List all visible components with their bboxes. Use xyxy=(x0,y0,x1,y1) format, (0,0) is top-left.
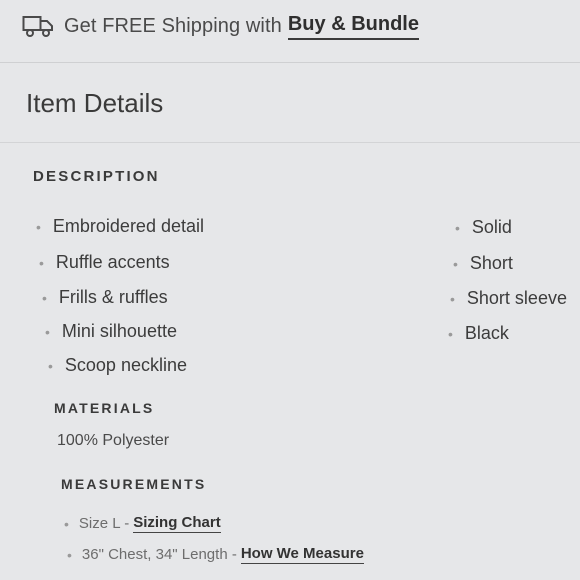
how-we-measure-link[interactable]: How We Measure xyxy=(240,545,364,564)
description-item: • Solid xyxy=(455,217,512,238)
dimensions-text: 36" Chest, 34" Length - xyxy=(81,546,237,563)
measurements-heading: MEASUREMENTS xyxy=(61,476,207,492)
truck-icon xyxy=(22,16,53,37)
description-heading: DESCRIPTION xyxy=(33,168,160,185)
divider xyxy=(0,142,580,143)
description-item-label: Ruffle accents xyxy=(55,252,170,272)
description-item: • Embroidered detail xyxy=(36,216,204,237)
shipping-banner: Get FREE Shipping with Buy & Bundle xyxy=(0,0,580,52)
description-item: • Ruffle accents xyxy=(39,252,170,273)
description-item: • Short sleeve xyxy=(450,288,567,309)
description-item-label: Short sleeve xyxy=(466,288,567,308)
description-item-label: Solid xyxy=(471,217,512,237)
materials-heading: MATERIALS xyxy=(54,400,155,416)
sizing-chart-link[interactable]: Sizing Chart xyxy=(133,514,221,533)
description-item-label: Mini silhouette xyxy=(61,321,177,341)
buy-bundle-link[interactable]: Buy & Bundle xyxy=(287,13,419,40)
item-details-title: Item Details xyxy=(26,88,164,118)
description-item: • Short xyxy=(453,253,513,274)
bullet: • xyxy=(42,289,47,306)
bullet: • xyxy=(450,290,455,307)
description-item: • Mini silhouette xyxy=(45,321,177,342)
materials-value: 100% Polyester xyxy=(57,432,170,449)
bullet: • xyxy=(67,546,72,563)
bullet: • xyxy=(48,357,53,374)
bullet: • xyxy=(36,218,41,235)
description-item: • Frills & ruffles xyxy=(42,287,168,308)
description-item: • Black xyxy=(448,323,509,344)
bullet: • xyxy=(453,255,458,272)
description-item-label: Short xyxy=(469,253,513,273)
bullet: • xyxy=(455,219,460,236)
bullet: • xyxy=(45,323,50,340)
size-row: • Size L - Sizing Chart xyxy=(64,514,221,533)
description-item-label: Scoop neckline xyxy=(64,355,187,375)
divider xyxy=(0,62,580,63)
dimensions-row: • 36" Chest, 34" Length - How We Measure xyxy=(67,545,364,564)
description-item-label: Embroidered detail xyxy=(52,216,204,236)
description-item-label: Frills & ruffles xyxy=(58,287,168,307)
bullet: • xyxy=(448,325,453,342)
bullet: • xyxy=(39,254,44,271)
size-text: Size L - xyxy=(78,515,130,532)
bullet: • xyxy=(64,515,69,532)
description-item: • Scoop neckline xyxy=(48,355,187,376)
shipping-text: Get FREE Shipping with xyxy=(64,14,282,37)
description-item-label: Black xyxy=(464,323,509,343)
